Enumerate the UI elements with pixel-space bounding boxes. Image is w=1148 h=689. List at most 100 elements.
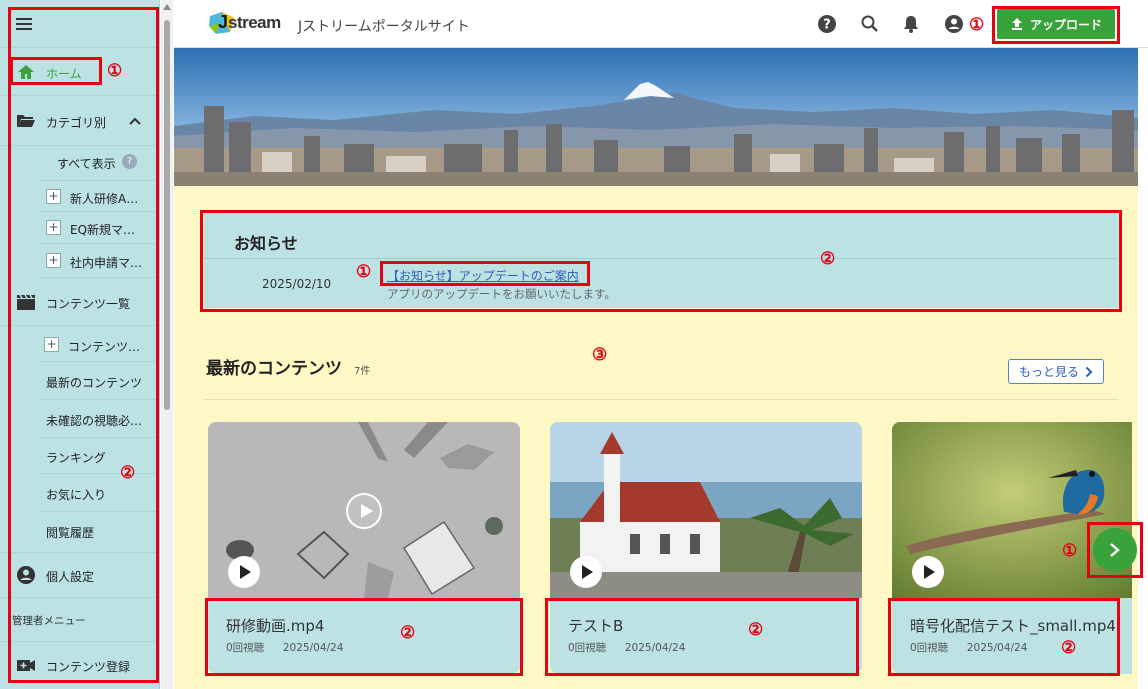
sidebar-item-label: コンテンツ一覧: [46, 297, 131, 311]
sidebar-item-label: ホーム: [46, 67, 82, 81]
plus-icon[interactable]: +: [44, 337, 59, 352]
help-circle-icon[interactable]: ?: [817, 14, 837, 34]
sidebar-item-label: 個人設定: [46, 570, 95, 584]
sidebar-item-label: EQ新規マ…: [70, 223, 136, 237]
sidebar-category-item[interactable]: + EQ新規マ…: [40, 212, 156, 244]
sidebar: ホーム カテゴリ別 すべて表示 ? + 新人研修A… + EQ新規マ… + 社内…: [0, 0, 160, 689]
annotation-number: ②: [748, 620, 764, 640]
sidebar-item-category[interactable]: カテゴリ別: [0, 96, 156, 146]
sidebar-menu-toggle[interactable]: [0, 0, 156, 48]
sidebar-item-content-register[interactable]: コンテンツ登録: [0, 642, 156, 689]
sidebar-item-ranking[interactable]: ランキング: [40, 438, 156, 474]
notice-description: アプリのアップデートをお願いいたします。: [387, 287, 616, 301]
sidebar-item-label: コンテンツ…: [68, 340, 141, 354]
annotation-number: ②: [1061, 638, 1077, 658]
chevron-right-icon: [1085, 366, 1093, 377]
sidebar-item-latest[interactable]: 最新のコンテンツ: [40, 362, 156, 400]
svg-text:?: ?: [823, 18, 831, 33]
annotation-number: ①: [107, 61, 123, 81]
card-meta: 0回視聴 2025/04/24: [910, 640, 1027, 655]
sidebar-item-favorites[interactable]: お気に入り: [40, 474, 156, 512]
sidebar-item-unconfirmed[interactable]: 未確認の視聴必…: [40, 400, 156, 438]
logo-text: stream: [228, 13, 281, 32]
annotation-number: ①: [969, 15, 985, 35]
card-title: テストB: [568, 617, 624, 635]
sidebar-item-label: コンテンツ登録: [46, 660, 131, 674]
sidebar-category-item[interactable]: + 社内申請マ…: [40, 244, 156, 278]
play-large-icon[interactable]: [346, 493, 382, 529]
upload-label: アップロード: [1029, 17, 1102, 32]
hero-banner-image: [174, 48, 1138, 186]
logo-letter: J: [218, 12, 229, 32]
play-icon[interactable]: [570, 556, 602, 588]
carousel-next-button[interactable]: [1093, 528, 1137, 572]
notice-date: 2025/02/10: [262, 277, 332, 291]
sidebar-item-show-all[interactable]: すべて表示 ?: [0, 146, 156, 178]
site-title: Jストリームポータルサイト: [298, 19, 470, 35]
upload-icon: [1011, 18, 1022, 30]
sidebar-contents-sub[interactable]: + コンテンツ…: [40, 328, 156, 362]
notice-link[interactable]: 【お知らせ】アップデートのご案内: [387, 267, 579, 284]
card-title: 暗号化配信テスト_small.mp4: [910, 617, 1116, 635]
home-icon: [18, 65, 34, 79]
sidebar-item-label: カテゴリ別: [46, 116, 107, 130]
sidebar-item-label: すべて表示: [57, 157, 116, 171]
play-icon[interactable]: [228, 556, 260, 588]
sidebar-admin-label: 管理者メニュー: [12, 615, 86, 627]
card-views: 0回視聴: [226, 642, 265, 654]
content-card[interactable]: 研修動画.mp4 0回視聴 2025/04/24: [208, 422, 520, 674]
annotation-number: ③: [592, 345, 608, 365]
top-header: J stream Jストリームポータルサイト ? アップロード: [174, 0, 1148, 48]
sidebar-scroll-thumb[interactable]: [164, 20, 170, 410]
sidebar-item-contents-list[interactable]: コンテンツ一覧: [0, 278, 156, 326]
card-views: 0回視聴: [910, 642, 949, 654]
notice-title: お知らせ: [234, 234, 298, 253]
sidebar-item-label: お気に入り: [46, 488, 107, 502]
hamburger-icon: [16, 18, 32, 30]
card-date: 2025/04/24: [624, 642, 686, 654]
account-circle-icon[interactable]: [944, 14, 964, 34]
video-thumbnail[interactable]: [550, 422, 862, 598]
app-root: ホーム カテゴリ別 すべて表示 ? + 新人研修A… + EQ新規マ… + 社内…: [0, 0, 1148, 689]
content-card[interactable]: テストB 0回視聴 2025/04/24: [550, 422, 862, 674]
play-icon[interactable]: [912, 556, 944, 588]
upload-button[interactable]: アップロード: [997, 9, 1115, 39]
card-date: 2025/04/24: [282, 642, 344, 654]
clapperboard-icon: [17, 294, 35, 310]
folder-open-icon: [17, 115, 35, 127]
video-thumbnail[interactable]: [892, 422, 1132, 598]
scroll-up-arrow-icon[interactable]: [163, 4, 171, 10]
card-date: 2025/04/24: [966, 642, 1028, 654]
search-icon[interactable]: [860, 14, 880, 34]
annotation-number: ①: [356, 262, 372, 282]
sidebar-item-personal[interactable]: 個人設定: [0, 552, 156, 598]
notice-divider: [204, 258, 1118, 259]
bell-icon[interactable]: [901, 14, 921, 34]
sidebar-item-history[interactable]: 閲覧履歴: [40, 512, 156, 552]
help-icon[interactable]: ?: [122, 154, 137, 169]
sidebar-item-label: 新人研修A…: [70, 192, 139, 206]
sidebar-item-label: ランキング: [46, 451, 106, 465]
chevron-right-icon: [1110, 543, 1120, 557]
annotation-number: ①: [1062, 541, 1078, 561]
sidebar-item-label: 閲覧履歴: [46, 526, 95, 540]
video-thumbnail[interactable]: [208, 422, 520, 598]
card-title: 研修動画.mp4: [226, 617, 325, 635]
plus-icon[interactable]: +: [46, 220, 61, 235]
account-circle-icon: [17, 566, 35, 584]
latest-contents-title: 最新のコンテンツ: [206, 359, 342, 379]
sidebar-category-item[interactable]: + 新人研修A…: [40, 180, 156, 212]
sidebar-item-home[interactable]: ホーム: [0, 48, 156, 96]
chevron-up-icon[interactable]: [128, 115, 142, 127]
plus-icon[interactable]: +: [46, 189, 61, 204]
sidebar-item-label: 最新のコンテンツ: [46, 376, 143, 390]
card-meta: 0回視聴 2025/04/24: [568, 640, 685, 655]
plus-icon[interactable]: +: [46, 253, 61, 268]
notice-panel: お知らせ 2025/02/10 【お知らせ】アップデートのご案内 アプリのアップ…: [204, 212, 1118, 308]
see-more-button[interactable]: もっと見る: [1008, 359, 1104, 384]
annotation-number: ②: [120, 463, 136, 483]
sidebar-item-label: 未確認の視聴必…: [46, 414, 143, 428]
sidebar-admin-menu-heading: 管理者メニュー: [0, 598, 156, 642]
main-content: お知らせ 2025/02/10 【お知らせ】アップデートのご案内 アプリのアップ…: [174, 186, 1138, 689]
annotation-number: ②: [400, 623, 416, 643]
